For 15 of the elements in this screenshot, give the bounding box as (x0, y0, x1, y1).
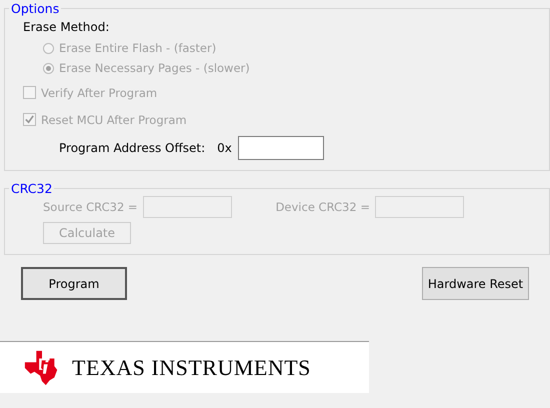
address-offset-label: Program Address Offset: (59, 141, 206, 155)
radio-label: Erase Entire Flash - (faster) (59, 41, 216, 55)
source-crc-label: Source CRC32 = (43, 200, 138, 214)
checkbox-label: Reset MCU After Program (41, 112, 187, 126)
erase-method-label: Erase Method: (23, 20, 110, 34)
group-title: Options (10, 1, 60, 16)
radio-label: Erase Necessary Pages - (slower) (59, 61, 250, 75)
address-offset-field[interactable] (238, 136, 324, 160)
device-crc-label: Device CRC32 = (276, 200, 370, 214)
group-title: CRC32 (10, 181, 54, 196)
action-button[interactable]: Program (21, 267, 127, 300)
checkbox-label: Verify After Program (41, 86, 158, 100)
action-button[interactable]: Hardware Reset (422, 267, 529, 300)
logo-text: TEXAS INSTRUMENTS (72, 354, 311, 380)
hex-prefix: 0x (217, 141, 232, 155)
